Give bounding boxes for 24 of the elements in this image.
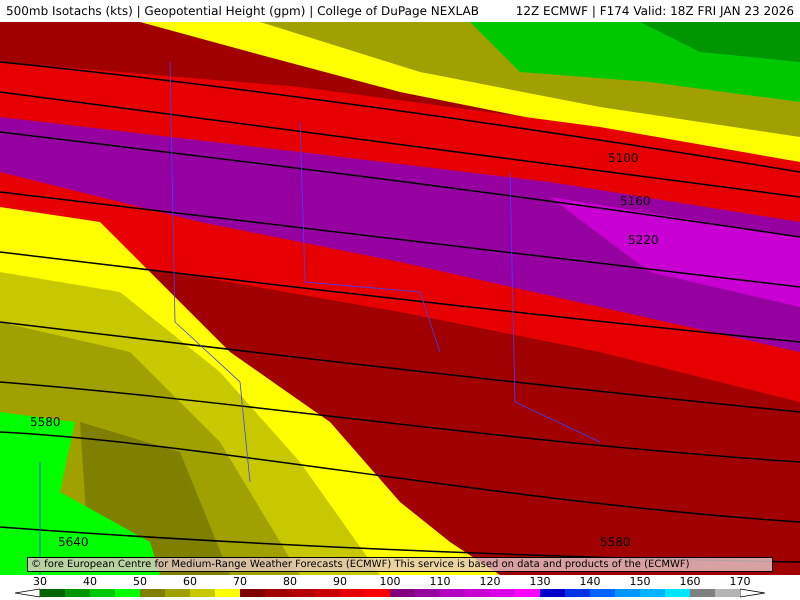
legend-label: 130 bbox=[528, 575, 552, 588]
map-title: 500mb Isotachs (kts) | Geopotential Height (gpm) | College of DuPage NEXLAB bbox=[6, 4, 479, 18]
contour-label: 5580 bbox=[600, 535, 631, 549]
legend-label: 110 bbox=[428, 575, 452, 588]
contour-label: 5640 bbox=[58, 535, 89, 549]
legend-label: 80 bbox=[282, 575, 298, 588]
contour-label: 5160 bbox=[620, 194, 651, 208]
legend-label: 60 bbox=[182, 575, 198, 588]
legend-label: 30 bbox=[32, 575, 48, 588]
contour-label: 5220 bbox=[628, 233, 659, 247]
legend-label: 50 bbox=[132, 575, 148, 588]
legend-label: 70 bbox=[232, 575, 248, 588]
legend-label: 90 bbox=[332, 575, 348, 588]
legend-label: 150 bbox=[628, 575, 652, 588]
legend-label: 140 bbox=[578, 575, 602, 588]
legend-label: 40 bbox=[82, 575, 98, 588]
contour-label: 5100 bbox=[608, 151, 639, 165]
copyright-notice: © fore European Centre for Medium-Range Weather Forecasts (ECMWF) This service is based on data and products of the (ECMWF) bbox=[27, 557, 773, 572]
legend-label: 170 bbox=[728, 575, 752, 588]
legend-label: 120 bbox=[478, 575, 502, 588]
run-info: 12Z ECMWF | F174 Valid: 18Z FRI JAN 23 2026 bbox=[516, 4, 794, 18]
legend-label: 100 bbox=[378, 575, 402, 588]
legend-label: 160 bbox=[678, 575, 702, 588]
contour-label: 5580 bbox=[30, 415, 61, 429]
